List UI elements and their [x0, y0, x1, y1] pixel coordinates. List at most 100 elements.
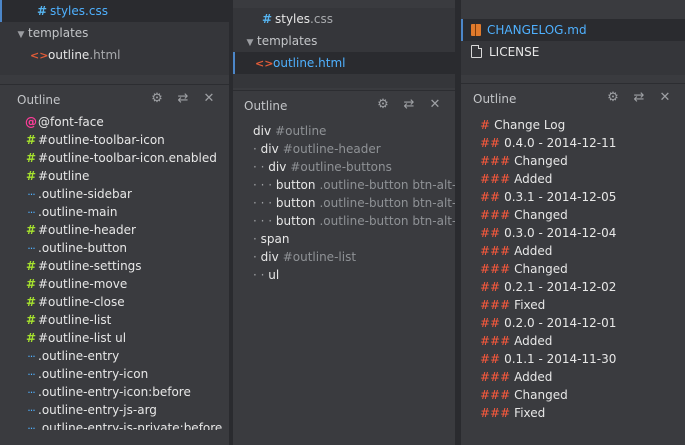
book-icon	[471, 24, 481, 36]
chevron-down-icon: ▼	[246, 38, 254, 48]
gear-icon[interactable]: ⚙	[375, 97, 391, 113]
list-item[interactable]: # Change Log	[480, 116, 685, 134]
tag-name: button	[275, 214, 316, 228]
heading-text: Fixed	[514, 298, 546, 312]
tree-file[interactable]: <>outline.html	[233, 52, 455, 74]
list-item[interactable]: # #outline-list ul	[24, 329, 229, 347]
list-item[interactable]: ### Changed	[480, 206, 685, 224]
list-item[interactable]: ··· .outline-entry-js-arg	[24, 401, 229, 419]
tree-file[interactable]: # styles.css	[0, 0, 229, 22]
tag-selector: #outline-header	[282, 142, 381, 156]
tag-name: button	[275, 178, 316, 192]
list-item[interactable]: · span	[253, 230, 455, 248]
list-item[interactable]: # #outline-header	[24, 221, 229, 239]
tree-item-name: styles	[50, 4, 86, 18]
move-icon[interactable]: ⇄	[631, 90, 647, 106]
tree-folder[interactable]: ▼ templates	[233, 30, 455, 52]
close-icon[interactable]: ✕	[657, 90, 673, 106]
tree-item-name: styles	[275, 12, 311, 26]
tree-file[interactable]: CHANGELOG.md	[461, 19, 685, 41]
heading-text: Added	[514, 370, 553, 384]
list-item[interactable]: · · ul	[253, 266, 455, 284]
list-item[interactable]: # #outline-move	[24, 275, 229, 293]
list-item[interactable]: ### Added	[480, 368, 685, 386]
tag-name: button	[275, 196, 316, 210]
list-item[interactable]: ### Fixed	[480, 404, 685, 422]
outline-label: #outline-settings	[38, 259, 142, 273]
list-item[interactable]: ··· .outline-entry-js-private:before	[24, 419, 229, 430]
indent-guide: · · ·	[253, 196, 276, 210]
list-item[interactable]: ### Changed	[480, 152, 685, 170]
heading-level-marker: ##	[480, 352, 501, 366]
heading-level-marker: ##	[480, 190, 501, 204]
list-item[interactable]: ··· .outline-entry	[24, 347, 229, 365]
list-item[interactable]: @@font-face	[24, 113, 229, 131]
css-at-rule-icon: @	[25, 115, 37, 129]
close-icon[interactable]: ✕	[427, 97, 443, 113]
tree-item-name: templates	[257, 34, 318, 48]
heading-text: 0.2.1 - 2014-12-02	[504, 280, 617, 294]
list-item[interactable]: · · · button.outline-button btn-alt-qu	[253, 212, 455, 230]
outline-label: #outline-header	[38, 223, 136, 237]
outline-label: #outline-list ul	[38, 331, 127, 345]
list-item[interactable]: # #outline-list	[24, 311, 229, 329]
list-item[interactable]: # #outline-toolbar-icon	[24, 131, 229, 149]
tree-folder[interactable]: ▼ templates	[0, 22, 229, 44]
outline-label: #outline	[38, 169, 90, 183]
pane-styles-css: # styles.css ▼ templates <>outline.html Outl…	[0, 0, 229, 445]
list-item[interactable]: ## 0.3.1 - 2014-12-05	[480, 188, 685, 206]
list-item[interactable]: ## 0.2.0 - 2014-12-01	[480, 314, 685, 332]
list-item[interactable]: · · div #outline-buttons	[253, 158, 455, 176]
list-item[interactable]: ## 0.1.1 - 2014-11-30	[480, 350, 685, 368]
outline-label: #outline-list	[38, 313, 112, 327]
css-class-icon: ···	[27, 386, 36, 399]
heading-level-marker: ##	[480, 136, 501, 150]
list-item[interactable]: · div #outline-list	[253, 248, 455, 266]
css-class-icon: ···	[27, 188, 36, 201]
outline-label: .outline-entry-js-arg	[38, 403, 157, 417]
list-item[interactable]: · div #outline-header	[253, 140, 455, 158]
indent-guide: · · ·	[253, 214, 276, 228]
outline-list: div #outline · div #outline-header · · div #o…	[233, 122, 455, 445]
list-item[interactable]: ··· .outline-sidebar	[24, 185, 229, 203]
css-class-icon: ···	[27, 368, 36, 381]
list-item[interactable]: ## 0.3.0 - 2014-12-04	[480, 224, 685, 242]
heading-text: Changed	[514, 388, 568, 402]
outline-header: Outline ⚙ ⇄ ✕	[0, 84, 229, 115]
list-item[interactable]: ··· .outline-entry-icon	[24, 365, 229, 383]
list-item[interactable]: div #outline	[253, 122, 455, 140]
list-item[interactable]: # #outline-toolbar-icon.enabled	[24, 149, 229, 167]
list-item[interactable]: # #outline-close	[24, 293, 229, 311]
outline-list: @@font-face # #outline-toolbar-icon # #outli…	[0, 113, 229, 430]
list-item[interactable]: ### Added	[480, 170, 685, 188]
list-item[interactable]: ### Changed	[480, 386, 685, 404]
tree-file[interactable]: LICENSE	[461, 41, 685, 63]
list-item[interactable]: ··· .outline-main	[24, 203, 229, 221]
list-item[interactable]: ### Changed	[480, 260, 685, 278]
css-id-icon: #	[25, 223, 37, 237]
list-item[interactable]: ··· .outline-button	[24, 239, 229, 257]
move-icon[interactable]: ⇄	[175, 91, 191, 107]
tree-file[interactable]: # styles.css	[233, 8, 455, 30]
list-item[interactable]: ··· .outline-entry-icon:before	[24, 383, 229, 401]
list-item[interactable]: ## 0.2.1 - 2014-12-02	[480, 278, 685, 296]
indent-guide: ·	[253, 232, 261, 246]
list-item[interactable]: ## 0.4.0 - 2014-12-11	[480, 134, 685, 152]
css-class-icon: ···	[27, 404, 36, 417]
list-item[interactable]: ### Fixed	[480, 296, 685, 314]
tag-selector: #outline	[275, 124, 327, 138]
close-icon[interactable]: ✕	[201, 91, 217, 107]
list-item[interactable]: # #outline-settings	[24, 257, 229, 275]
move-icon[interactable]: ⇄	[401, 97, 417, 113]
list-item[interactable]: ### Added	[480, 242, 685, 260]
tree-item-name: CHANGELOG	[487, 23, 564, 37]
list-item[interactable]: · · · button.outline-button btn-alt-qu	[253, 176, 455, 194]
tree-file[interactable]: <>outline.html	[0, 44, 229, 66]
list-item[interactable]: · · · button.outline-button btn-alt-qu	[253, 194, 455, 212]
gear-icon[interactable]: ⚙	[605, 90, 621, 106]
gear-icon[interactable]: ⚙	[149, 91, 165, 107]
list-item[interactable]: ### Added	[480, 332, 685, 350]
list-item[interactable]: # #outline	[24, 167, 229, 185]
heading-text: Changed	[514, 208, 568, 222]
heading-level-marker: ###	[480, 406, 511, 420]
